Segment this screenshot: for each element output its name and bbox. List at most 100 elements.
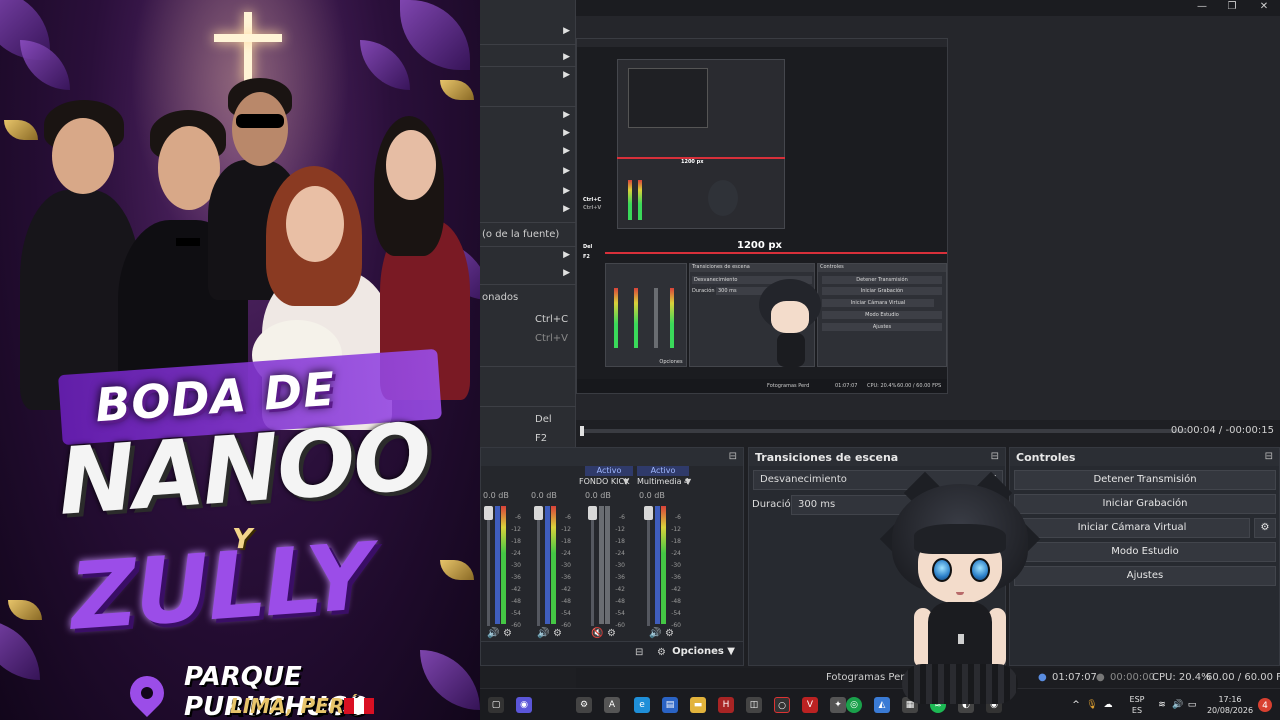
- menu-separator: [480, 222, 576, 223]
- vu-meter: [545, 506, 550, 624]
- stop-streaming-button[interactable]: Detener Transmisión: [1014, 470, 1276, 490]
- gear-icon[interactable]: ⚙: [553, 628, 562, 639]
- menu-item-copy[interactable]: Ctrl+C: [480, 311, 576, 329]
- fader-handle[interactable]: [484, 506, 493, 520]
- vu-meter: [495, 506, 500, 624]
- nested-titlebar: [577, 39, 947, 47]
- file-explorer-icon[interactable]: ▬: [690, 697, 706, 713]
- db-scale: -6 -12 -18 -24 -30 -36 -42 -48 -54 -60: [511, 514, 521, 629]
- fader-handle[interactable]: [588, 506, 597, 520]
- menu-item-paste[interactable]: Ctrl+V: [480, 330, 576, 348]
- chrome-icon[interactable]: ◎: [846, 697, 862, 713]
- flower-decoration: [400, 0, 470, 70]
- menu-item[interactable]: ▶: [480, 164, 576, 182]
- minimize-icon[interactable]: —: [1192, 1, 1212, 12]
- fader-handle[interactable]: [644, 506, 653, 520]
- speaker-icon[interactable]: 🔊: [537, 628, 549, 639]
- woman-right-face: [386, 130, 436, 200]
- record-indicator-icon: ●: [1096, 672, 1105, 683]
- settings-button[interactable]: Ajustes: [1014, 566, 1276, 586]
- maximize-icon[interactable]: ❐: [1222, 1, 1242, 12]
- db-scale: -6 -12 -18 -24 -30 -36 -42 -48 -54 -60: [671, 514, 681, 629]
- seek-bar[interactable]: [580, 429, 1188, 433]
- nested-meter: [654, 288, 658, 348]
- start-recording-button[interactable]: Iniciar Grabación: [1014, 494, 1276, 514]
- menu-item-source[interactable]: (o de la fuente): [480, 226, 576, 244]
- nested-btn: Iniciar Grabación: [822, 287, 942, 295]
- wifi-icon[interactable]: ≋: [1156, 697, 1168, 713]
- virtual-camera-settings-icon[interactable]: ⚙: [1254, 518, 1276, 538]
- menu-item[interactable]: ▶: [480, 108, 576, 126]
- menu-item[interactable]: ▶: [480, 248, 576, 266]
- volume-fader[interactable]: [647, 506, 650, 626]
- gear-icon[interactable]: ⚙: [607, 628, 616, 639]
- app-icon[interactable]: ✦: [830, 697, 846, 713]
- speaker-icon[interactable]: 🔊: [649, 628, 661, 639]
- menu-item[interactable]: ▶: [480, 24, 576, 42]
- bride-face: [286, 186, 344, 262]
- submenu-arrow-icon: ▶: [563, 52, 570, 62]
- app-icon[interactable]: ○: [774, 697, 790, 713]
- volume-fader[interactable]: [591, 506, 594, 626]
- microphone-icon[interactable]: 🎙: [1086, 697, 1098, 713]
- submenu-arrow-icon: ▶: [563, 268, 570, 278]
- menu-item[interactable]: ▶: [480, 184, 576, 202]
- app-icon[interactable]: ⚙: [576, 697, 592, 713]
- app-icon[interactable]: V: [802, 697, 818, 713]
- layout-icon[interactable]: ⊟: [635, 647, 643, 658]
- fader-handle[interactable]: [534, 506, 543, 520]
- db-scale: -6 -12 -18 -24 -30 -36 -42 -48 -54 -60: [561, 514, 571, 629]
- studio-mode-button[interactable]: Modo Estudio: [1014, 542, 1276, 562]
- menu-item[interactable]: ▶: [480, 68, 576, 86]
- clock-time[interactable]: 17:16: [1202, 695, 1258, 704]
- program-preview[interactable]: 1200 px Ctrl+C Ctrl+V 1200 px Del F2 Tra…: [576, 38, 948, 394]
- dock-menu-icon[interactable]: ⊟: [991, 451, 999, 462]
- volume-fader[interactable]: [537, 506, 540, 626]
- task-view-icon[interactable]: ▢: [488, 697, 504, 713]
- advanced-audio-icon[interactable]: ⚙: [657, 647, 666, 658]
- app-icon[interactable]: ◫: [746, 697, 762, 713]
- nested-btn: Detener Transmisión: [822, 276, 942, 284]
- muted-speaker-icon[interactable]: 🔇: [591, 628, 603, 639]
- guide-line: [605, 252, 947, 254]
- speaker-icon[interactable]: 🔊: [487, 628, 499, 639]
- cpu-usage: CPU: 20.4%: [1152, 672, 1211, 683]
- menu-item-selected[interactable]: onados: [480, 289, 576, 307]
- window-titlebar: — ❐ ✕: [576, 0, 1280, 16]
- menu-item[interactable]: ▶: [480, 126, 576, 144]
- menu-item[interactable]: ▶: [480, 144, 576, 162]
- channel-state: Activo: [585, 466, 633, 476]
- channel-menu-icon[interactable]: ▼: [685, 477, 691, 486]
- menu-item[interactable]: ▶: [480, 266, 576, 284]
- battery-icon[interactable]: ▭: [1186, 697, 1198, 713]
- app-icon[interactable]: ▤: [662, 697, 678, 713]
- menu-item[interactable]: ▶: [480, 202, 576, 220]
- menu-item-rename[interactable]: F2: [480, 430, 576, 448]
- channel-menu-icon[interactable]: ▼: [623, 477, 629, 486]
- mixer-options-button[interactable]: Opciones ▼: [672, 646, 735, 657]
- menu-item-delete[interactable]: Del: [480, 411, 576, 429]
- gear-icon[interactable]: ⚙: [503, 628, 512, 639]
- peru-flag-icon: [344, 698, 374, 714]
- nested-status-cpu: CPU: 20.4%: [867, 383, 897, 389]
- language-indicator[interactable]: ESP: [1128, 695, 1146, 704]
- close-icon[interactable]: ✕: [1254, 1, 1274, 12]
- chevron-up-icon[interactable]: ^: [1070, 697, 1082, 713]
- nested-preview: [617, 59, 785, 229]
- discord-icon[interactable]: ◉: [516, 697, 532, 713]
- dock-menu-icon[interactable]: ⊟: [729, 451, 737, 462]
- volume-fader[interactable]: [487, 506, 490, 626]
- gear-icon[interactable]: ⚙: [665, 628, 674, 639]
- start-virtual-camera-button[interactable]: Iniciar Cámara Virtual: [1014, 518, 1250, 538]
- poster-city: LIMA, PERÚ: [230, 694, 361, 718]
- poster-title-line4: ZULLY: [66, 523, 375, 651]
- media-timeline[interactable]: 00:00:04 / -00:00:15: [576, 420, 1280, 446]
- dock-menu-icon[interactable]: ⊟: [1265, 451, 1273, 462]
- cloud-icon[interactable]: ☁: [1102, 697, 1114, 713]
- edge-icon[interactable]: e: [634, 697, 650, 713]
- notification-badge-icon[interactable]: 4: [1258, 698, 1272, 712]
- volume-icon[interactable]: 🔊: [1172, 697, 1184, 713]
- app-icon[interactable]: A: [604, 697, 620, 713]
- seek-handle[interactable]: [580, 426, 584, 436]
- app-icon[interactable]: H: [718, 697, 734, 713]
